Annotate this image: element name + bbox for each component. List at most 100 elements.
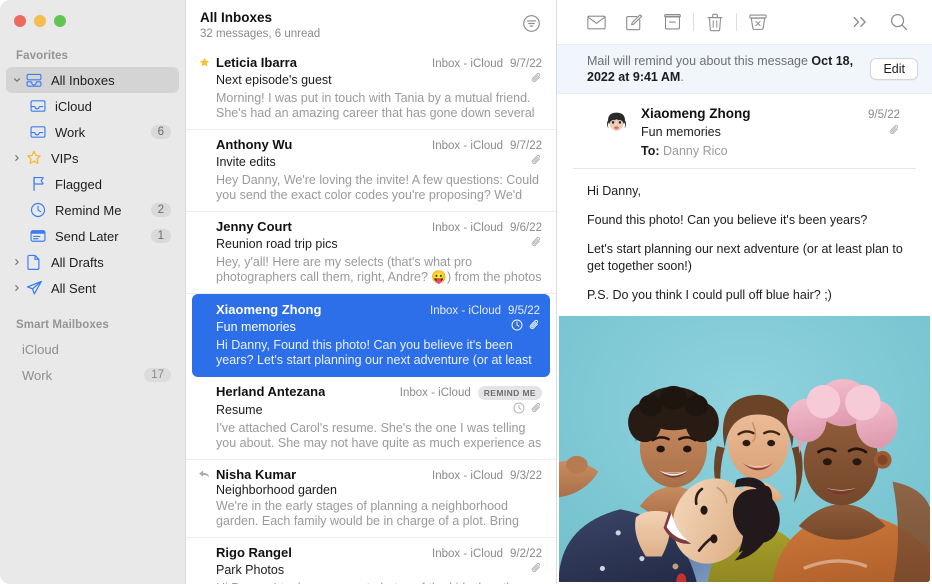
message-row-xiaomeng-zhong[interactable]: Xiaomeng Zhong Inbox - iCloud 9/5/22 Fun… bbox=[192, 294, 550, 377]
message-sender: Leticia Ibarra bbox=[216, 55, 297, 70]
message-subject: Park Photos bbox=[216, 563, 284, 577]
sidebar-item-icloud[interactable]: iCloud bbox=[6, 93, 179, 119]
sidebar-item-smart-work[interactable]: Work 17 bbox=[6, 362, 179, 388]
sidebar-item-label: VIPs bbox=[51, 151, 179, 166]
close-button[interactable] bbox=[14, 15, 26, 27]
sidebar-item-smart-icloud[interactable]: iCloud bbox=[6, 336, 179, 362]
paperclip-icon[interactable] bbox=[889, 123, 900, 141]
flag-icon bbox=[28, 176, 48, 192]
compose-icon[interactable] bbox=[615, 8, 653, 36]
reminder-banner-text: Mail will remind you about this message … bbox=[587, 53, 859, 85]
message-sender: Nisha Kumar bbox=[216, 467, 296, 482]
filter-icon[interactable] bbox=[520, 12, 542, 34]
unread-count-badge: 6 bbox=[151, 125, 171, 139]
paperclip-icon bbox=[531, 153, 542, 171]
message-mailbox: Inbox - iCloud bbox=[430, 305, 501, 317]
message-preview: We're in the early stages of planning a … bbox=[216, 499, 542, 529]
message-sender: Herland Antezana bbox=[216, 384, 325, 399]
message-date: 9/3/22 bbox=[510, 470, 542, 482]
paper-plane-icon bbox=[24, 280, 44, 296]
inbox-stack-icon bbox=[24, 73, 44, 88]
clock-icon bbox=[513, 401, 525, 419]
sidebar-section-smart-mailboxes-label: Smart Mailboxes bbox=[0, 301, 185, 336]
mailbox-title: All Inboxes bbox=[200, 10, 320, 26]
message-mailbox: Inbox - iCloud bbox=[400, 387, 471, 399]
junk-icon[interactable] bbox=[739, 8, 777, 36]
sidebar-item-all-inboxes[interactable]: All Inboxes bbox=[6, 67, 179, 93]
trash-icon[interactable] bbox=[696, 8, 734, 36]
message-subject: Invite edits bbox=[216, 155, 276, 169]
message-subject: Next episode's guest bbox=[216, 73, 332, 87]
message-sender: Xiaomeng Zhong bbox=[216, 302, 321, 317]
unread-count-badge: 1 bbox=[151, 229, 171, 243]
message-subject: Resume bbox=[216, 403, 263, 417]
sidebar-item-label: iCloud bbox=[55, 99, 179, 114]
toolbar-divider bbox=[736, 13, 737, 31]
chevron-right-icon[interactable] bbox=[10, 284, 24, 292]
sidebar-item-label: All Inboxes bbox=[51, 73, 179, 88]
message-row-leticia-ibarra[interactable]: Leticia Ibarra Inbox - iCloud 9/7/22 Nex… bbox=[186, 48, 556, 130]
message-mailbox: Inbox - iCloud bbox=[432, 222, 503, 234]
message-preview: Hi Danny, Found this photo! Can you beli… bbox=[216, 338, 540, 368]
minimize-button[interactable] bbox=[34, 15, 46, 27]
message-body: Hi Danny, Found this photo! Can you beli… bbox=[557, 169, 932, 316]
sidebar-item-remind-me[interactable]: Remind Me 2 bbox=[6, 197, 179, 223]
sidebar-item-send-later[interactable]: Send Later 1 bbox=[6, 223, 179, 249]
mark-unread-icon[interactable] bbox=[577, 8, 615, 36]
paperclip-icon bbox=[531, 71, 542, 89]
paperclip-icon bbox=[529, 318, 540, 336]
message-sender-name: Xiaomeng Zhong bbox=[641, 106, 751, 121]
message-row-rigo-rangel[interactable]: Rigo Rangel Inbox - iCloud 9/2/22 Park P… bbox=[186, 538, 556, 584]
chevron-right-icon[interactable] bbox=[10, 258, 24, 266]
toolbar-divider bbox=[693, 13, 694, 31]
chevron-down-icon[interactable] bbox=[10, 76, 24, 84]
zoom-button[interactable] bbox=[54, 15, 66, 27]
tray-icon bbox=[28, 99, 48, 113]
document-icon bbox=[24, 254, 44, 270]
message-preview: I've attached Carol's resume. She's the … bbox=[216, 421, 542, 451]
message-list-pane: All Inboxes 32 messages, 6 unread Letici… bbox=[186, 0, 557, 584]
message-preview: Morning! I was put in touch with Tania b… bbox=[216, 91, 542, 121]
body-paragraph: Let's start planning our next adventure … bbox=[587, 241, 912, 275]
message-row-anthony-wu[interactable]: Anthony Wu Inbox - iCloud 9/7/22 Invite … bbox=[186, 130, 556, 212]
message-mailbox: Inbox - iCloud bbox=[432, 548, 503, 560]
more-chevrons-icon[interactable] bbox=[842, 8, 880, 36]
message-subject: Fun memories bbox=[641, 125, 721, 139]
paperclip-icon bbox=[531, 561, 542, 579]
message-header: Xiaomeng Zhong 9/5/22 Fun memories To: D… bbox=[573, 94, 916, 169]
sidebar-item-all-sent[interactable]: All Sent bbox=[6, 275, 179, 301]
star-icon bbox=[24, 150, 44, 166]
sidebar-item-label: Work bbox=[55, 125, 151, 140]
reminder-prefix: Mail will remind you about this message bbox=[587, 54, 811, 68]
edit-reminder-button[interactable]: Edit bbox=[870, 58, 918, 80]
window-controls bbox=[0, 0, 185, 40]
group-selfie-photo[interactable] bbox=[559, 316, 930, 582]
sidebar-item-flagged[interactable]: Flagged bbox=[6, 171, 179, 197]
star-icon bbox=[197, 57, 211, 68]
sidebar-item-label: All Sent bbox=[51, 281, 179, 296]
message-row-nisha-kumar[interactable]: Nisha Kumar Inbox - iCloud 9/3/22 Neighb… bbox=[186, 460, 556, 538]
body-paragraph: Hi Danny, bbox=[587, 183, 912, 200]
search-icon[interactable] bbox=[880, 8, 918, 36]
unread-count-badge: 17 bbox=[144, 368, 171, 382]
clock-icon bbox=[28, 202, 48, 218]
reminder-suffix: . bbox=[680, 70, 683, 84]
chevron-right-icon[interactable] bbox=[10, 154, 24, 162]
message-date: 9/7/22 bbox=[510, 140, 542, 152]
message-row-jenny-court[interactable]: Jenny Court Inbox - iCloud 9/6/22 Reunio… bbox=[186, 212, 556, 294]
message-list-scroll[interactable]: Leticia Ibarra Inbox - iCloud 9/7/22 Nex… bbox=[186, 48, 556, 584]
paperclip-icon bbox=[531, 401, 542, 419]
message-preview: Hey Danny, We're loving the invite! A fe… bbox=[216, 173, 542, 203]
sidebar-item-all-drafts[interactable]: All Drafts bbox=[6, 249, 179, 275]
message-mailbox: Inbox - iCloud bbox=[432, 470, 503, 482]
to-value: Danny Rico bbox=[663, 144, 728, 158]
sidebar-item-label: All Drafts bbox=[51, 255, 179, 270]
archive-icon[interactable] bbox=[653, 8, 691, 36]
sidebar-item-work[interactable]: Work 6 bbox=[6, 119, 179, 145]
sidebar-item-vips[interactable]: VIPs bbox=[6, 145, 179, 171]
reading-pane: Mail will remind you about this message … bbox=[557, 0, 932, 584]
message-date: 9/7/22 bbox=[510, 58, 542, 70]
message-row-herland-antezana[interactable]: Herland Antezana Inbox - iCloud REMIND M… bbox=[186, 377, 556, 460]
sidebar-item-label: Remind Me bbox=[55, 203, 151, 218]
body-paragraph: P.S. Do you think I could pull off blue … bbox=[587, 287, 912, 304]
